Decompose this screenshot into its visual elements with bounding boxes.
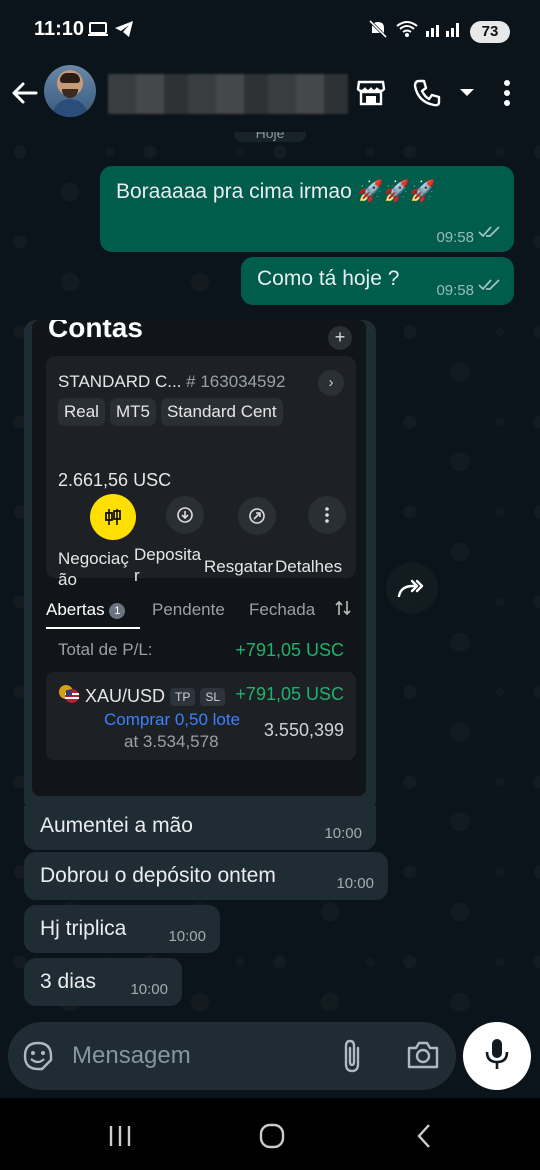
- chip-real: Real: [58, 398, 105, 426]
- tp-tag: TP: [170, 687, 196, 706]
- tab-closed: Fechada: [249, 600, 316, 619]
- message-time: 10:00: [324, 825, 362, 842]
- status-left-icons: [88, 20, 134, 43]
- sl-tag: SL: [200, 687, 226, 706]
- screenshot-image[interactable]: Contas + STANDARD C... # 163034592 › Rea…: [32, 320, 366, 796]
- chip-standard-cent: Standard Cent: [160, 398, 283, 426]
- message-text: Como tá hoje ?: [257, 267, 400, 290]
- chip-mt5: MT5: [109, 398, 156, 426]
- total-pl-label: Total de P/L:: [58, 640, 153, 659]
- trade-icon: [90, 494, 136, 540]
- more-vert-icon[interactable]: [490, 76, 524, 110]
- account-balance: 2.661,56 USC: [58, 470, 172, 490]
- position-symbol-row: XAU/USD TP SL: [58, 684, 226, 709]
- position-open-price: at 3.534,578: [124, 732, 219, 751]
- position-pl: +791,05 USC: [235, 684, 344, 704]
- back-arrow-icon[interactable]: [10, 78, 40, 108]
- chevron-right-icon: ›: [318, 370, 344, 396]
- message-text: Hj triplica: [40, 917, 127, 940]
- incoming-message[interactable]: Dobrou o depósito ontem 10:00: [24, 852, 388, 900]
- incoming-message[interactable]: 3 dias 10:00: [24, 958, 182, 1006]
- tab-pending: Pendente: [152, 600, 225, 619]
- contact-name-redacted[interactable]: [108, 74, 348, 114]
- chevron-down-icon[interactable]: [450, 76, 484, 110]
- double-check-icon: [478, 274, 502, 298]
- positions-tabs: Abertas 1 Pendente Fechada: [46, 596, 356, 629]
- sort-icon: [334, 600, 352, 621]
- total-pl-row: Total de P/L: +791,05 USC: [46, 640, 356, 664]
- avatar[interactable]: [44, 65, 96, 117]
- total-pl-value: +791,05 USC: [235, 640, 344, 660]
- outgoing-message[interactable]: Como tá hoje ? 09:58: [241, 257, 514, 305]
- wifi-icon: [396, 20, 418, 43]
- mute-icon: [368, 19, 388, 44]
- message-time: 09:58: [436, 229, 474, 246]
- tab-underline: [46, 627, 140, 629]
- status-right-icons: 73: [368, 19, 510, 44]
- account-name-row: STANDARD C... # 163034592: [58, 372, 285, 392]
- chat-header: [0, 62, 540, 132]
- accounts-title: Contas: [48, 320, 143, 343]
- message-input-bar: Mensagem: [8, 1022, 456, 1090]
- details-label: Detalhes: [275, 557, 343, 576]
- emoji-icon[interactable]: [22, 1040, 54, 1072]
- date-chip: Hoje: [234, 132, 306, 142]
- image-message[interactable]: Contas + STANDARD C... # 163034592 › Rea…: [24, 320, 376, 812]
- forward-icon[interactable]: [386, 562, 438, 614]
- phone-icon[interactable]: [410, 76, 444, 110]
- account-name: STANDARD C...: [58, 372, 182, 391]
- message-text: 3 dias: [40, 970, 97, 993]
- home-icon[interactable]: [254, 1118, 290, 1154]
- message-time: 09:58: [436, 282, 474, 299]
- laptop-icon: [88, 21, 108, 42]
- deposit-icon: [166, 496, 204, 534]
- position-direction: Comprar 0,50 lote: [104, 710, 241, 729]
- message-time: 10:00: [168, 928, 206, 945]
- account-number: # 163034592: [186, 372, 286, 391]
- attach-icon[interactable]: [338, 1038, 370, 1074]
- outgoing-message[interactable]: Boraaaaa pra cima irmao 🚀🚀🚀 09:58: [100, 166, 514, 252]
- gold-usd-flag-icon: [58, 684, 80, 709]
- account-chips: Real MT5 Standard Cent: [58, 398, 283, 426]
- message-time: 10:00: [130, 981, 168, 998]
- chat-area[interactable]: Hoje Boraaaaa pra cima irmao 🚀🚀🚀 09:58 C…: [0, 132, 540, 1028]
- telegram-icon: [114, 20, 134, 43]
- position-symbol: XAU/USD: [85, 686, 166, 706]
- deposit-label: Deposita r: [134, 545, 202, 585]
- mic-icon: [485, 1038, 509, 1075]
- details-more-icon: [308, 496, 346, 534]
- signal-icon: [426, 21, 462, 42]
- open-count-badge: 1: [109, 603, 126, 619]
- withdraw-icon: [238, 497, 276, 535]
- system-nav-bar: [0, 1098, 540, 1170]
- battery-indicator: 73: [470, 20, 510, 43]
- message-input[interactable]: Mensagem: [72, 1042, 191, 1070]
- message-text: Aumentei a mão: [40, 814, 193, 837]
- status-bar: 11:10 73: [0, 0, 540, 62]
- account-card: STANDARD C... # 163034592 › Real MT5 Sta…: [46, 356, 356, 589]
- camera-icon[interactable]: [406, 1040, 440, 1072]
- back-nav-icon[interactable]: [406, 1118, 442, 1154]
- message-text: Dobrou o depósito ontem: [40, 864, 276, 887]
- withdraw-label: Resgatar: [204, 557, 273, 576]
- tab-open: Abertas 1: [46, 600, 126, 620]
- status-time: 11:10: [34, 18, 85, 40]
- add-account-icon: +: [328, 326, 352, 350]
- trade-label: Negociaç ão: [58, 549, 129, 589]
- incoming-message[interactable]: Aumentei a mão 10:00: [24, 806, 376, 850]
- message-text: Boraaaaa pra cima irmao 🚀🚀🚀: [116, 180, 437, 203]
- incoming-message[interactable]: Hj triplica 10:00: [24, 905, 220, 953]
- shop-icon[interactable]: [354, 76, 388, 110]
- double-check-icon: [478, 221, 502, 245]
- position-current-price: 3.550,399: [263, 720, 344, 740]
- position-card: XAU/USD TP SL +791,05 USC Comprar 0,50 l…: [46, 672, 356, 760]
- mic-button[interactable]: [463, 1022, 531, 1090]
- recent-apps-icon[interactable]: [102, 1118, 138, 1154]
- message-time: 10:00: [336, 875, 374, 892]
- account-actions: Negociaç ão Deposita r Resgatar Detalhes: [46, 494, 356, 589]
